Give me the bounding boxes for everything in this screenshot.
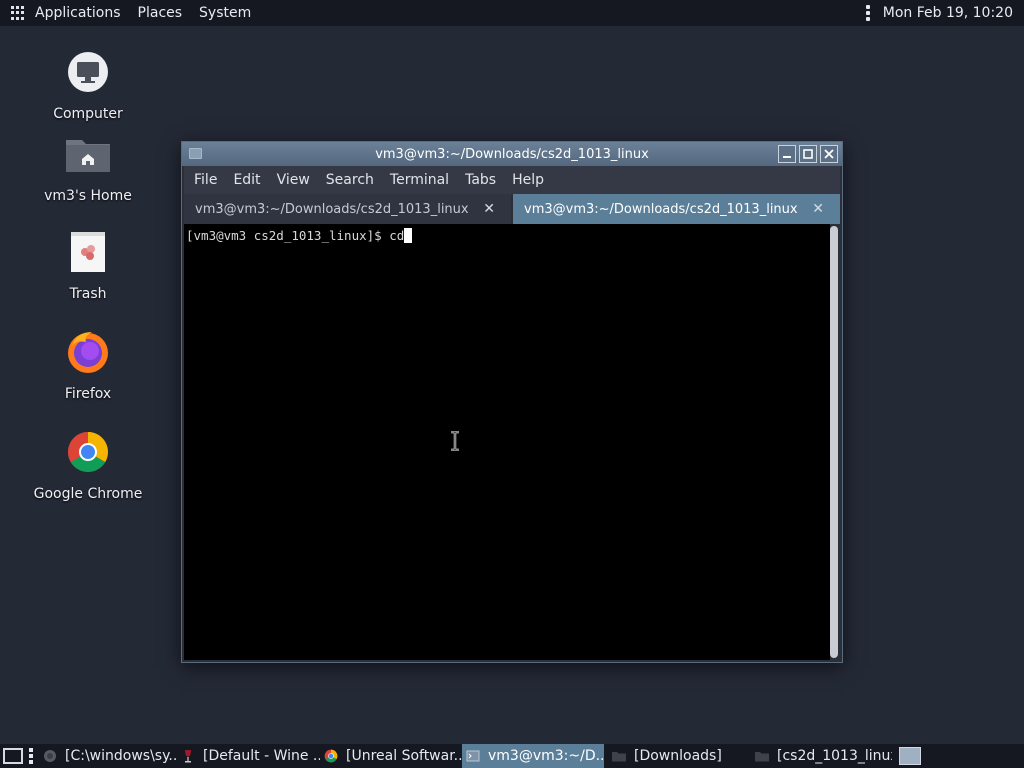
- trash-icon: [66, 230, 110, 274]
- menu-places[interactable]: Places: [138, 5, 183, 21]
- terminal-scrollbar[interactable]: [830, 226, 838, 658]
- task-chrome[interactable]: [Unreal Softwar...: [320, 744, 462, 768]
- menu-help[interactable]: Help: [512, 172, 544, 188]
- maximize-button[interactable]: [799, 145, 817, 163]
- task-terminal[interactable]: vm3@vm3:~/D...: [462, 744, 604, 768]
- terminal-menubar: File Edit View Search Terminal Tabs Help: [184, 166, 840, 194]
- desktop-icon-label: Computer: [53, 106, 123, 122]
- desktop-icon-label: vm3's Home: [44, 188, 132, 204]
- folder-icon: [612, 749, 626, 763]
- terminal-tab-2[interactable]: vm3@vm3:~/Downloads/cs2d_1013_linux ✕: [513, 194, 840, 224]
- apps-grid-icon[interactable]: [11, 6, 25, 20]
- terminal-window: vm3@vm3:~/Downloads/cs2d_1013_linux File…: [181, 141, 843, 663]
- close-tab-icon[interactable]: ✕: [483, 201, 495, 217]
- wine-glass-icon: [181, 749, 195, 763]
- close-tab-icon[interactable]: ✕: [812, 201, 824, 217]
- task-label: [Default - Wine ...: [203, 748, 320, 764]
- terminal-output[interactable]: [vm3@vm3 cs2d_1013_linux]$ cd: [184, 224, 830, 660]
- task-wine-default[interactable]: [Default - Wine ...: [177, 744, 320, 768]
- terminal-icon[interactable]: [189, 148, 202, 159]
- menu-terminal[interactable]: Terminal: [390, 172, 449, 188]
- desktop-icon-firefox[interactable]: Firefox: [28, 330, 148, 402]
- window-title: vm3@vm3:~/Downloads/cs2d_1013_linux: [375, 146, 649, 162]
- terminal-tab-1[interactable]: vm3@vm3:~/Downloads/cs2d_1013_linux ✕: [184, 194, 511, 224]
- menu-file[interactable]: File: [194, 172, 217, 188]
- tab-label: vm3@vm3:~/Downloads/cs2d_1013_linux: [524, 201, 798, 217]
- computer-icon: [66, 50, 110, 94]
- menu-view[interactable]: View: [277, 172, 310, 188]
- task-label: [Unreal Softwar...: [346, 748, 462, 764]
- show-desktop-icon[interactable]: [3, 748, 23, 764]
- panel-right: Mon Feb 19, 10:20: [865, 0, 1013, 26]
- close-button[interactable]: [820, 145, 838, 163]
- menu-search[interactable]: Search: [326, 172, 374, 188]
- task-label: [C:\windows\sy...: [65, 748, 177, 764]
- top-panel: Applications Places System Mon Feb 19, 1…: [0, 0, 1024, 26]
- desktop-icon-chrome[interactable]: Google Chrome: [28, 430, 148, 502]
- close-icon: [824, 149, 834, 159]
- terminal-icon: [466, 749, 480, 763]
- window-titlebar[interactable]: vm3@vm3:~/Downloads/cs2d_1013_linux: [182, 142, 842, 166]
- terminal-tabbar: vm3@vm3:~/Downloads/cs2d_1013_linux ✕ vm…: [184, 194, 840, 224]
- clock[interactable]: Mon Feb 19, 10:20: [883, 5, 1013, 21]
- minimize-icon: [783, 156, 791, 158]
- maximize-icon: [803, 149, 813, 159]
- menu-applications[interactable]: Applications: [35, 5, 121, 21]
- menu-system[interactable]: System: [199, 5, 251, 21]
- desktop-icon-computer[interactable]: Computer: [28, 50, 148, 122]
- taskbar-handle-icon[interactable]: [29, 748, 33, 764]
- chrome-icon: [324, 749, 338, 763]
- desktop-icon-home[interactable]: vm3's Home: [28, 132, 148, 204]
- task-wine-console[interactable]: [C:\windows\sy...: [39, 744, 177, 768]
- menu-tabs[interactable]: Tabs: [465, 172, 496, 188]
- task-label: [cs2d_1013_linux]: [777, 748, 892, 764]
- minimize-button[interactable]: [778, 145, 796, 163]
- folder-icon: [755, 749, 769, 763]
- tab-label: vm3@vm3:~/Downloads/cs2d_1013_linux: [195, 201, 469, 217]
- task-label: [Downloads]: [634, 748, 722, 764]
- task-label: vm3@vm3:~/D...: [488, 748, 604, 764]
- more-vertical-icon[interactable]: [865, 5, 870, 21]
- terminal-command: cd: [389, 228, 405, 243]
- menu-edit[interactable]: Edit: [233, 172, 260, 188]
- window-controls: [778, 145, 838, 163]
- task-cs2d-folder[interactable]: [cs2d_1013_linux]: [747, 744, 892, 768]
- ibeam-cursor-icon: [451, 431, 459, 451]
- home-folder-icon: [66, 132, 110, 176]
- wine-console-icon: [43, 749, 57, 763]
- taskbar: [C:\windows\sy... [Default - Wine ... [U…: [0, 744, 1024, 768]
- task-downloads[interactable]: [Downloads]: [604, 744, 747, 768]
- workspace-switcher[interactable]: [899, 747, 921, 765]
- desktop-icon-trash[interactable]: Trash: [28, 230, 148, 302]
- desktop-icon-label: Firefox: [64, 386, 112, 402]
- chrome-icon: [66, 430, 110, 474]
- text-cursor: [404, 228, 413, 243]
- desktop-icon-label: Trash: [69, 286, 107, 302]
- terminal-prompt: [vm3@vm3 cs2d_1013_linux]$: [186, 228, 390, 243]
- firefox-icon: [66, 330, 110, 374]
- desktop-icon-label: Google Chrome: [33, 486, 143, 502]
